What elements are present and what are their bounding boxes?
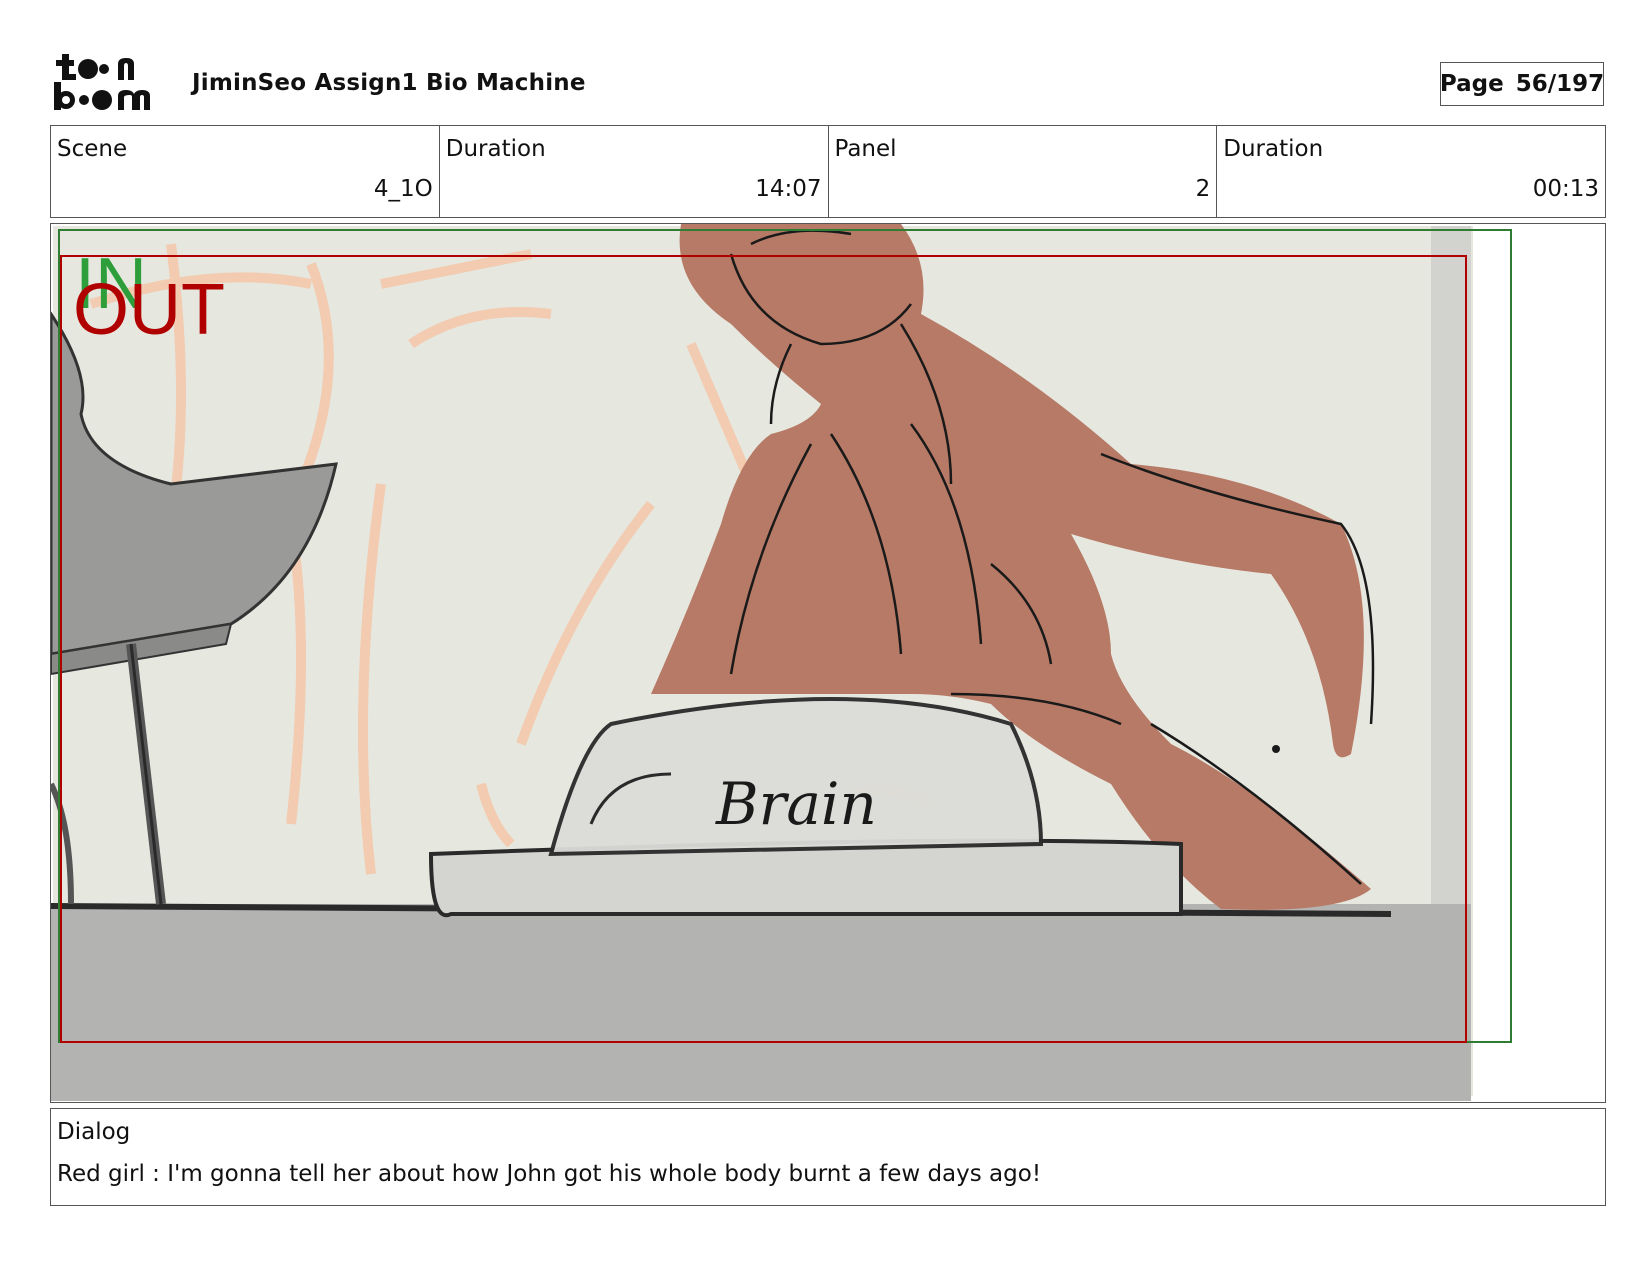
page-indicator: Page 56/197 (1440, 62, 1604, 106)
page-number: 56/197 (1515, 71, 1605, 97)
scene-label: Scene (57, 136, 128, 162)
toon-boom-logo (52, 50, 164, 112)
out-label: OUT (73, 270, 225, 350)
brain-label: Brain (715, 770, 877, 838)
dialog-text: Red girl : I'm gonna tell her about how … (57, 1161, 1042, 1187)
page-label: Page (1439, 71, 1504, 97)
panel-duration-label: Duration (1223, 136, 1324, 162)
panel-image: Brain IN OUT (50, 223, 1606, 1103)
panel-label: Panel (834, 136, 897, 162)
scene-duration-cell: Duration 14:07 (440, 126, 829, 217)
table-surface (51, 904, 1471, 1101)
panel-value: 2 (1195, 176, 1211, 202)
panel-duration-value: 00:13 (1532, 176, 1599, 202)
dialog-label: Dialog (57, 1119, 131, 1145)
scene-duration-value: 14:07 (755, 176, 822, 202)
storyboard-sketch: Brain (51, 224, 1604, 1101)
panel-cell: Panel 2 (829, 126, 1218, 217)
project-title: JiminSeo Assign1 Bio Machine (192, 70, 586, 96)
scene-cell: Scene 4_1O (51, 126, 440, 217)
scene-value: 4_1O (373, 176, 433, 202)
dialog-box: Dialog Red girl : I'm gonna tell her abo… (50, 1108, 1606, 1206)
storyboard-page: JiminSeo Assign1 Bio Machine Page 56/197… (0, 0, 1650, 1275)
scene-duration-label: Duration (445, 136, 546, 162)
panel-duration-cell: Duration 00:13 (1217, 126, 1605, 217)
scene-info-table: Scene 4_1O Duration 14:07 Panel 2 Durati… (50, 125, 1606, 218)
toon-boom-logo-graphic (54, 54, 150, 110)
